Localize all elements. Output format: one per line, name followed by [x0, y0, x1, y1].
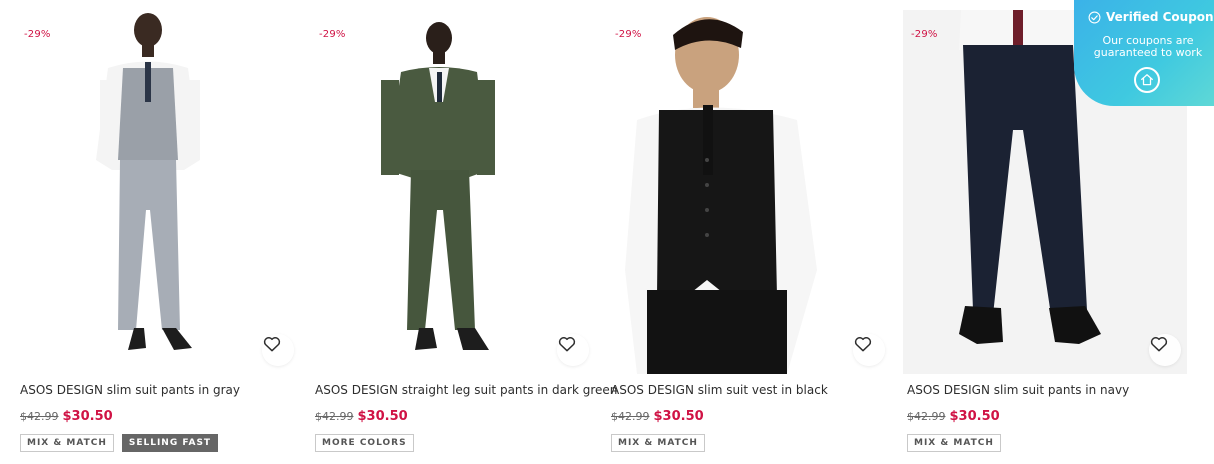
- sale-price: $30.50: [949, 409, 1000, 424]
- check-circle-icon: [1088, 11, 1101, 23]
- coupon-subtext: Our coupons are guaranteed to work: [1093, 34, 1203, 59]
- badge-row: MORE COLORS: [315, 434, 422, 452]
- price-row: $42.99 $30.50: [20, 409, 113, 424]
- product-image[interactable]: -29%: [16, 10, 300, 374]
- product-grid: -29% ASOS DESIGN slim suit pants in gray…: [16, 10, 1196, 464]
- original-price: $42.99: [315, 410, 354, 423]
- mix-and-match-badge: MIX & MATCH: [611, 434, 705, 452]
- product-title[interactable]: ASOS DESIGN straight leg suit pants in d…: [315, 383, 617, 397]
- mix-and-match-badge: MIX & MATCH: [20, 434, 114, 452]
- coupon-heading-text: Verified Coupon: [1106, 10, 1214, 24]
- heart-icon: [263, 337, 281, 352]
- discount-badge: -29%: [615, 29, 642, 40]
- save-for-later-button[interactable]: [853, 334, 885, 366]
- badge-row: MIX & MATCH: [611, 434, 713, 452]
- original-price: $42.99: [611, 410, 650, 423]
- product-title[interactable]: ASOS DESIGN slim suit pants in gray: [20, 383, 304, 397]
- badge-row: MIX & MATCH: [907, 434, 1009, 452]
- product-card[interactable]: -29% ASOS DESIGN straight leg suit pants…: [311, 10, 617, 464]
- original-price: $42.99: [20, 410, 59, 423]
- discount-badge: -29%: [24, 29, 51, 40]
- price-row: $42.99 $30.50: [611, 409, 704, 424]
- sale-price: $30.50: [62, 409, 113, 424]
- model-black-vest-image: [607, 10, 891, 374]
- home-icon-button[interactable]: [1134, 67, 1160, 93]
- product-image[interactable]: -29%: [607, 10, 891, 374]
- price-row: $42.99 $30.50: [315, 409, 408, 424]
- home-icon: [1141, 74, 1153, 86]
- product-card[interactable]: -29% ASOS DESIGN slim suit vest in black…: [607, 10, 891, 464]
- product-card[interactable]: -29% ASOS DESIGN slim suit pants in gray…: [16, 10, 300, 464]
- sale-price: $30.50: [357, 409, 408, 424]
- badge-row: MIX & MATCH SELLING FAST: [20, 434, 226, 452]
- discount-badge: -29%: [319, 29, 346, 40]
- heart-icon: [854, 337, 872, 352]
- mix-and-match-badge: MIX & MATCH: [907, 434, 1001, 452]
- model-gray-suit-image: [16, 10, 300, 374]
- price-row: $42.99 $30.50: [907, 409, 1000, 424]
- more-colors-badge: MORE COLORS: [315, 434, 414, 452]
- discount-badge: -29%: [911, 29, 938, 40]
- original-price: $42.99: [907, 410, 946, 423]
- product-title[interactable]: ASOS DESIGN slim suit vest in black: [611, 383, 895, 397]
- save-for-later-button[interactable]: [262, 334, 294, 366]
- product-image[interactable]: -29%: [311, 10, 595, 374]
- heart-icon: [1150, 337, 1168, 352]
- save-for-later-button[interactable]: [557, 334, 589, 366]
- product-title[interactable]: ASOS DESIGN slim suit pants in navy: [907, 383, 1191, 397]
- heart-icon: [558, 337, 576, 352]
- selling-fast-badge: SELLING FAST: [121, 434, 219, 452]
- model-green-suit-image: [311, 10, 595, 374]
- coupon-heading: Verified Coupon: [1088, 10, 1214, 24]
- save-for-later-button[interactable]: [1149, 334, 1181, 366]
- sale-price: $30.50: [653, 409, 704, 424]
- verified-coupon-widget[interactable]: Verified Coupon Our coupons are guarante…: [1074, 0, 1214, 106]
